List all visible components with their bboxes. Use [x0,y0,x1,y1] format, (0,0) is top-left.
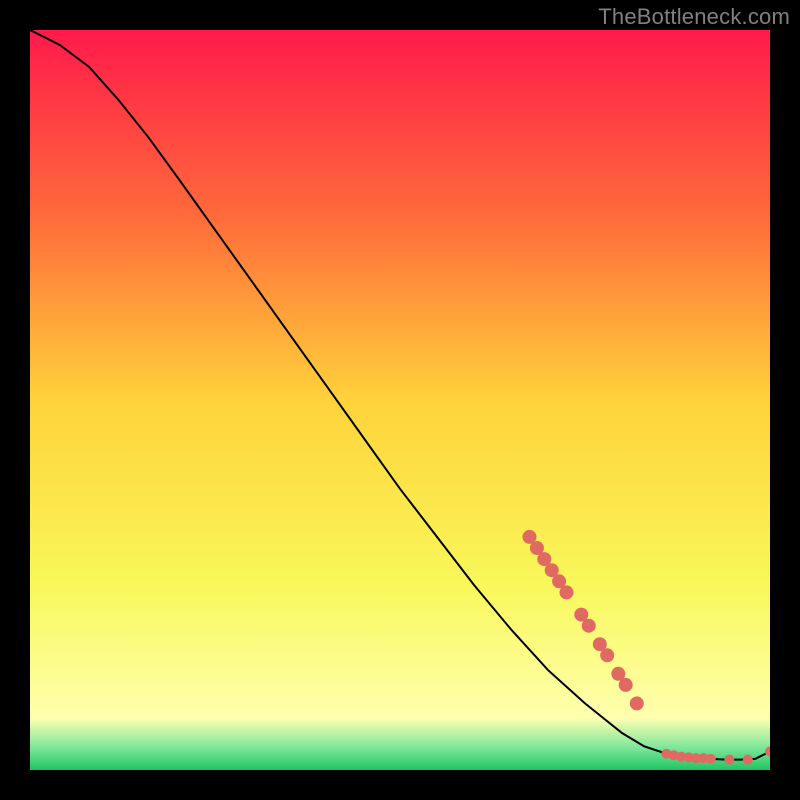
marker-point [724,755,734,765]
marker-point [630,696,644,710]
marker-point [743,755,753,765]
marker-point [619,678,633,692]
watermark-text: TheBottleneck.com [598,4,790,30]
chart-frame: TheBottleneck.com [0,0,800,800]
marker-point [582,619,596,633]
plot-area [30,30,770,770]
marker-point [600,648,614,662]
marker-point [560,585,574,599]
gradient-background [30,30,770,770]
marker-point [706,754,716,764]
chart-svg [30,30,770,770]
